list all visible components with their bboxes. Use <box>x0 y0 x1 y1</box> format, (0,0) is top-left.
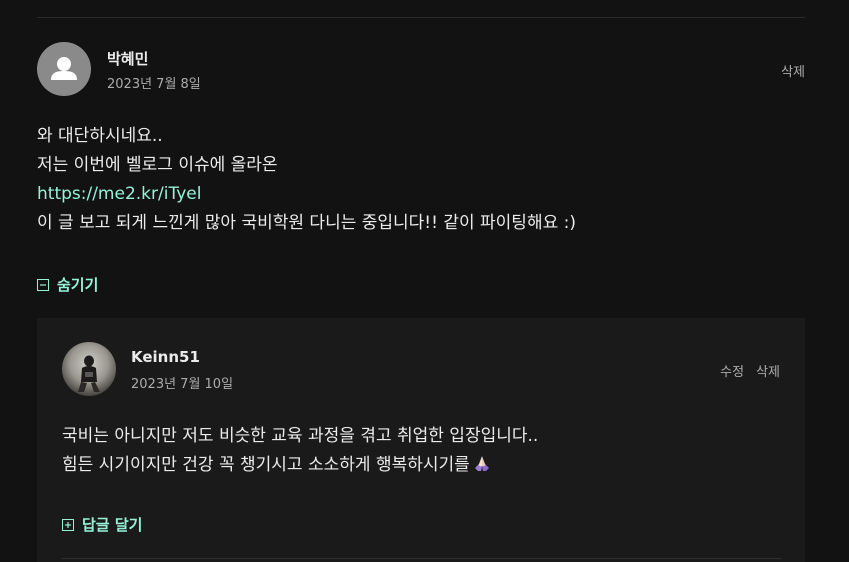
replies-section: Keinn51 2023년 7월 10일 수정 삭제 국비는 아니지만 저도 비… <box>37 318 805 562</box>
write-reply-button[interactable]: 답글 달기 <box>62 514 142 535</box>
comment-delete-button[interactable]: 삭제 <box>781 61 805 80</box>
comment-author[interactable]: 박혜민 <box>107 48 148 69</box>
comment-body: 와 대단하시네요.. 저는 이번에 벨로그 이슈에 올라온 https://me… <box>37 122 576 238</box>
reply-delete-button[interactable]: 삭제 <box>756 361 780 380</box>
user-avatar[interactable] <box>62 342 116 396</box>
reply-text-line: 국비는 아니지만 저도 비슷한 교육 과정을 겪고 취업한 입장입니다.. <box>62 426 539 446</box>
reply-divider <box>62 558 782 559</box>
plus-box-icon <box>62 518 74 531</box>
top-divider <box>37 17 805 18</box>
comment-text-line: 저는 이번에 벨로그 이슈에 올라온 <box>37 155 278 175</box>
reply-body: 국비는 아니지만 저도 비슷한 교육 과정을 겪고 취업한 입장입니다.. 힘든… <box>62 422 538 480</box>
comment-link[interactable]: https://me2.kr/iTyel <box>37 184 201 204</box>
reply-text-line: 힘든 시기이지만 건강 꼭 챙기시고 소소하게 행복하시기를 <box>62 455 470 475</box>
reply-actions: 수정 삭제 <box>720 361 780 380</box>
folded-hands-emoji-icon <box>474 456 489 471</box>
comment-text-line: 와 대단하시네요.. <box>37 126 163 146</box>
write-reply-label: 답글 달기 <box>82 516 143 534</box>
person-photo-icon <box>78 355 100 392</box>
reply-edit-button[interactable]: 수정 <box>720 361 744 380</box>
default-avatar-icon[interactable] <box>37 42 91 96</box>
hide-replies-button[interactable]: 숨기기 <box>37 274 98 295</box>
minus-box-icon <box>37 278 49 291</box>
comment-text-line: 이 글 보고 되게 느낀게 많아 국비학원 다니는 중입니다!! 같이 파이팅해… <box>37 213 576 233</box>
comment-date: 2023년 7월 8일 <box>107 77 201 92</box>
reply-author[interactable]: Keinn51 <box>131 348 200 366</box>
hide-replies-label: 숨기기 <box>57 276 99 294</box>
reply-date: 2023년 7월 10일 <box>131 377 234 392</box>
